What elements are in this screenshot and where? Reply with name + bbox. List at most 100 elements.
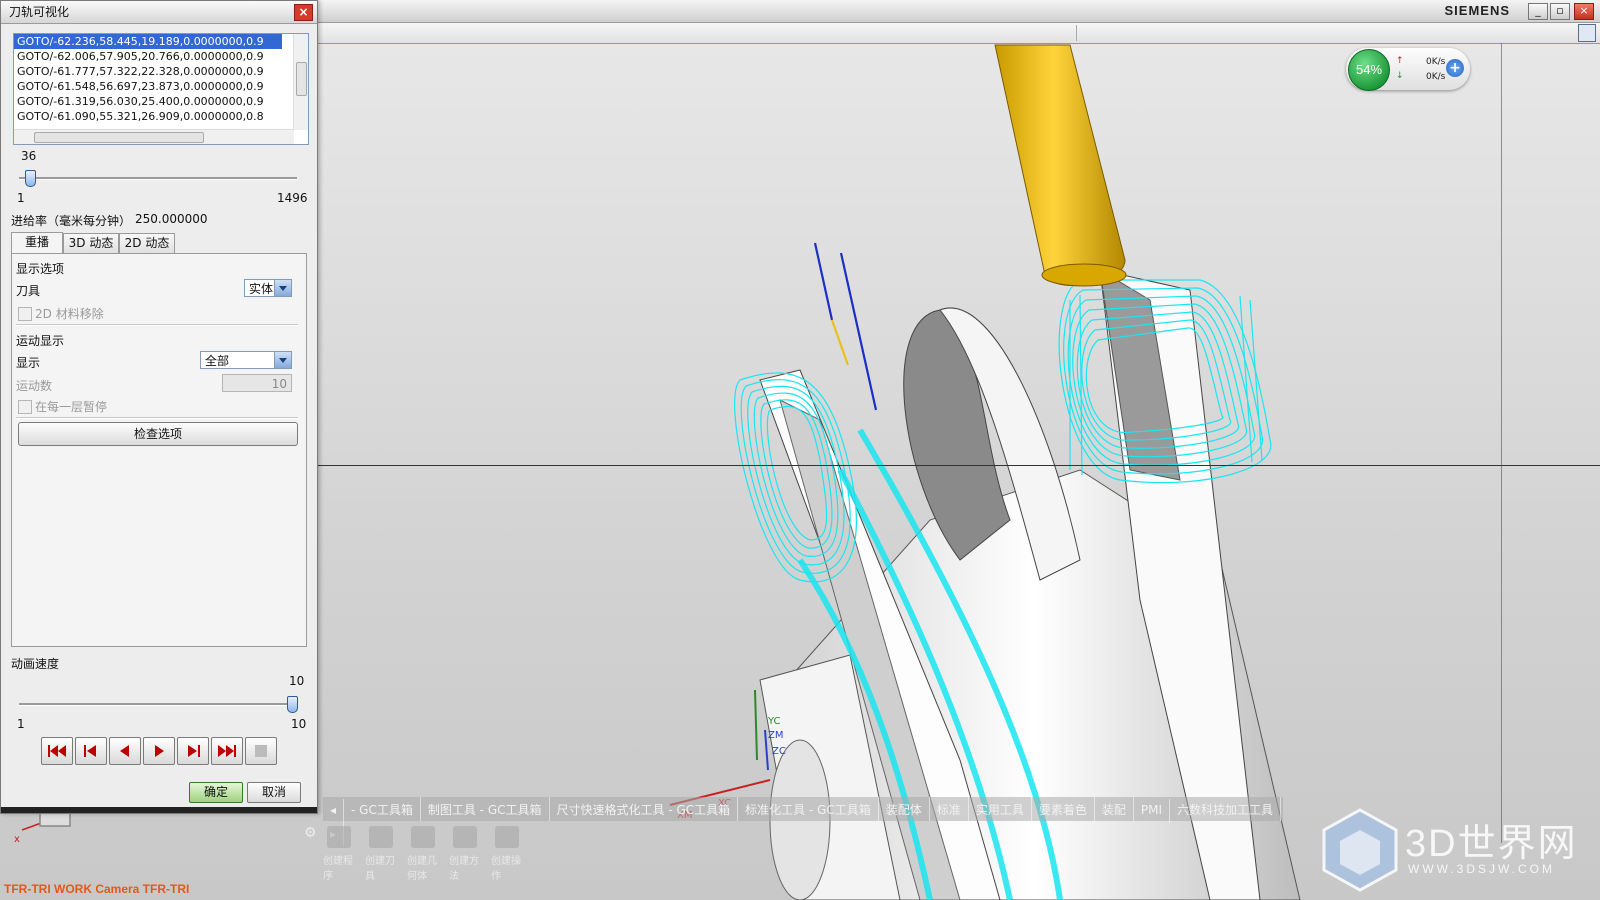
tab-2d-dynamic[interactable]: 2D 动态 bbox=[119, 233, 175, 253]
crosshair-horizontal bbox=[316, 465, 1600, 466]
toolbar-tab[interactable]: 装配体 bbox=[879, 797, 930, 821]
list-item[interactable]: GOTO/-61.777,57.322,22.328,0.0000000,0.9 bbox=[14, 64, 308, 79]
display-value: 全部 bbox=[205, 354, 230, 368]
upload-rate: 0K/s bbox=[1426, 57, 1446, 67]
create-tool-icon[interactable] bbox=[453, 826, 477, 848]
chevron-down-icon[interactable] bbox=[274, 352, 291, 368]
tool-display-select[interactable]: 实体 bbox=[244, 279, 292, 297]
axis-label-zc: ZC bbox=[772, 746, 786, 757]
skip-end-icon bbox=[218, 745, 236, 757]
list-item[interactable]: GOTO/-62.006,57.905,20.766,0.0000000,0.9 bbox=[14, 49, 308, 64]
scroll-thumb[interactable] bbox=[34, 132, 204, 143]
list-item[interactable]: GOTO/-62.236,58.445,19.189,0.0000000,0.9 bbox=[14, 34, 282, 49]
step-forward-button[interactable] bbox=[177, 737, 209, 765]
speed-slider-track[interactable] bbox=[19, 703, 297, 706]
tab-3d-dynamic[interactable]: 3D 动态 bbox=[63, 233, 119, 253]
toolbar-tab[interactable]: 尺寸快速格式化工具 - GC工具箱 bbox=[550, 797, 739, 821]
watermark: 3D世界网 WWW.3DSJW.COM bbox=[1320, 806, 1590, 896]
toolbar-tab[interactable]: 制图工具 - GC工具箱 bbox=[421, 797, 550, 821]
rewind-to-start-button[interactable] bbox=[41, 737, 73, 765]
create-tool-icon[interactable] bbox=[411, 826, 435, 848]
create-tool-label: 创建刀具 bbox=[365, 856, 395, 882]
create-tool-label: 创建操作 bbox=[491, 856, 521, 882]
play-button[interactable] bbox=[143, 737, 175, 765]
feed-rate-value: 250.000000 bbox=[135, 212, 208, 226]
download-arrow-icon: ↓ bbox=[1396, 71, 1404, 81]
axis-label-x: x bbox=[14, 834, 20, 845]
speed-slider-thumb[interactable] bbox=[287, 696, 298, 713]
check-options-button[interactable]: 检查选项 bbox=[18, 422, 298, 446]
toolbar-tab[interactable]: ◂ bbox=[323, 799, 345, 823]
tool-axis-lines bbox=[813, 242, 878, 411]
tool-label: 刀具 bbox=[16, 284, 41, 298]
display-options-heading: 显示选项 bbox=[16, 262, 65, 276]
cancel-button[interactable]: 取消 bbox=[247, 782, 301, 803]
crosshair-vertical bbox=[1501, 43, 1502, 843]
play-reverse-icon bbox=[120, 745, 129, 757]
motion-slider-track[interactable] bbox=[19, 177, 297, 180]
pause-each-layer-checkbox[interactable] bbox=[18, 400, 32, 414]
ok-button[interactable]: 确定 bbox=[189, 782, 243, 803]
motion-slider-thumb[interactable] bbox=[25, 170, 37, 187]
resource-toolbar-strip: ◂ - GC工具箱 制图工具 - GC工具箱 尺寸快速格式化工具 - GC工具箱 标准化… bbox=[323, 797, 1283, 847]
play-reverse-button[interactable] bbox=[109, 737, 141, 765]
divider bbox=[16, 417, 298, 419]
motion-slider-min: 1 bbox=[17, 191, 25, 205]
toolpath-visualization-dialog: 刀轨可视化 × GOTO/-62.236,58.445,19.189,0.000… bbox=[0, 0, 318, 814]
toolbar-tab[interactable]: 六数科技加工工具 bbox=[1170, 797, 1282, 821]
chevron-down-icon[interactable] bbox=[274, 280, 291, 296]
dialog-title-bar: 刀轨可视化 × bbox=[1, 1, 317, 24]
list-item[interactable]: GOTO/-61.548,56.697,23.873,0.0000000,0.9 bbox=[14, 79, 308, 94]
stop-icon bbox=[255, 745, 267, 757]
create-tool-icon[interactable] bbox=[327, 826, 351, 848]
motion-display-heading: 运动显示 bbox=[16, 334, 65, 348]
dialog-bottom-edge bbox=[1, 807, 317, 813]
play-icon bbox=[155, 745, 164, 757]
toolbar-tab[interactable]: 实用工具 bbox=[969, 797, 1032, 821]
tool-display-value: 实体 bbox=[249, 282, 274, 296]
add-icon[interactable]: + bbox=[1446, 59, 1464, 77]
toolbar-tab[interactable]: 要素着色 bbox=[1032, 797, 1095, 821]
create-tool-label: 创建方法 bbox=[449, 856, 479, 882]
create-tool-icon[interactable] bbox=[369, 826, 393, 848]
display-select[interactable]: 全部 bbox=[200, 351, 292, 369]
upload-arrow-icon: ↑ bbox=[1396, 56, 1404, 66]
animation-speed-label: 动画速度 bbox=[11, 657, 60, 671]
toolbar-tab[interactable]: 标准化工具 - GC工具箱 bbox=[738, 797, 879, 821]
toolpath-listing[interactable]: GOTO/-62.236,58.445,19.189,0.0000000,0.9… bbox=[13, 33, 309, 145]
list-item[interactable]: GOTO/-61.090,55.321,26.909,0.0000000,0.8 bbox=[14, 109, 308, 124]
tool-tip bbox=[1041, 263, 1127, 287]
speed-slider-max: 10 bbox=[291, 717, 307, 731]
horizontal-scrollbar[interactable] bbox=[14, 129, 294, 144]
pause-each-layer-label: 在每一层暂停 bbox=[35, 400, 108, 414]
dialog-title: 刀轨可视化 bbox=[9, 5, 70, 19]
create-tool-icon[interactable] bbox=[495, 826, 519, 848]
tool-axis-yellow bbox=[830, 319, 850, 366]
skip-start-icon bbox=[48, 745, 66, 757]
toolbar-tab[interactable]: 装配 bbox=[1095, 797, 1134, 821]
create-toolbar: 创建程序 创建刀具 创建几何体 创建方法 创建操作 bbox=[305, 822, 545, 882]
create-tool-label: 创建几何体 bbox=[407, 856, 437, 882]
list-item[interactable]: GOTO/-61.319,56.030,25.400,0.0000000,0.9 bbox=[14, 94, 308, 109]
toolbar-tab[interactable]: PMI bbox=[1134, 799, 1170, 823]
motion-count-input[interactable]: 10 bbox=[222, 374, 292, 392]
stop-button[interactable] bbox=[245, 737, 277, 765]
watermark-title: 3D世界网 bbox=[1405, 823, 1578, 865]
motion-count-label: 运动数 bbox=[16, 379, 53, 393]
fast-forward-to-end-button[interactable] bbox=[211, 737, 243, 765]
material-removal-2d-checkbox[interactable] bbox=[18, 307, 32, 321]
toolbar-tab[interactable]: - GC工具箱 bbox=[344, 797, 421, 821]
cpu-percent-badge: 54% bbox=[1348, 49, 1390, 91]
step-forward-icon bbox=[188, 745, 200, 757]
tab-replay[interactable]: 重播 bbox=[11, 232, 63, 254]
step-back-button[interactable] bbox=[75, 737, 107, 765]
network-speed-widget[interactable]: 54% ↑ ↓ 0K/s 0K/s + bbox=[1346, 48, 1470, 91]
display-label: 显示 bbox=[16, 356, 41, 370]
vertical-scrollbar[interactable] bbox=[293, 34, 308, 130]
toolbar-tab[interactable]: 标准 bbox=[930, 797, 969, 821]
dialog-close-button[interactable]: × bbox=[294, 4, 313, 21]
scroll-thumb[interactable] bbox=[296, 62, 307, 96]
feed-rate-label: 进给率（毫米每分钟） bbox=[11, 214, 132, 228]
watermark-url: WWW.3DSJW.COM bbox=[1408, 862, 1555, 876]
camera-label: TFR-TRI WORK Camera TFR-TRI bbox=[4, 882, 190, 896]
